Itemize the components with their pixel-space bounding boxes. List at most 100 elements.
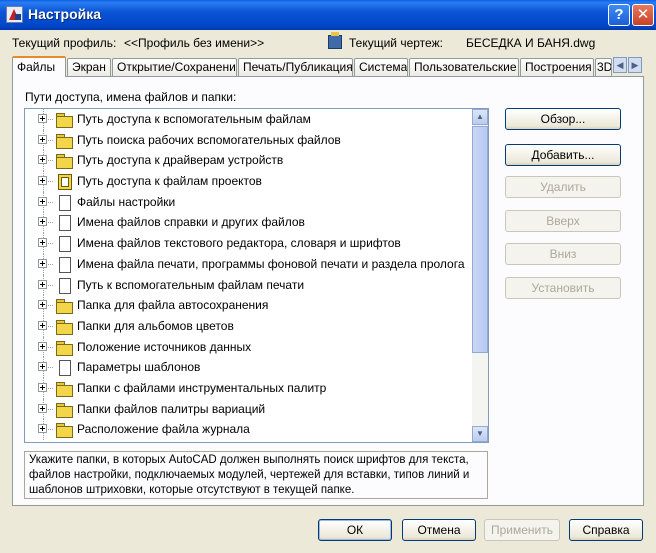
- cancel-button[interactable]: Отмена: [402, 519, 476, 541]
- folder-icon: [55, 297, 73, 315]
- tab-plot-publish[interactable]: Печать/Публикация: [238, 58, 353, 76]
- expand-plus-icon[interactable]: [38, 403, 47, 413]
- move-up-button[interactable]: Вверх: [505, 210, 621, 232]
- tree-item-label: Параметры шаблонов: [77, 360, 201, 375]
- tree-item-label: Имена файлов текстового редактора, слова…: [77, 236, 401, 251]
- expand-plus-icon[interactable]: [38, 134, 47, 144]
- file-icon: [55, 235, 72, 253]
- arrow-right-icon: ▶: [631, 60, 639, 70]
- tree-item[interactable]: Папки с файлами инструментальных палитр: [25, 377, 473, 399]
- tree-item[interactable]: Путь доступа к вспомогательным файлам: [25, 109, 473, 130]
- file-icon: [55, 256, 72, 273]
- folder-icon: [55, 111, 73, 128]
- tab-drafting[interactable]: Построения: [520, 58, 594, 76]
- tree-item-label: Путь доступа к файлам проектов: [77, 174, 262, 189]
- apply-button[interactable]: Применить: [484, 519, 560, 541]
- arrow-up-icon: ▲: [476, 112, 484, 121]
- tab-system[interactable]: Система: [354, 58, 408, 76]
- tree-item[interactable]: Имена файла печати, программы фоновой пе…: [25, 253, 473, 275]
- folder-icon: [55, 152, 73, 170]
- tree-item[interactable]: Имена файлов справки и других файлов: [25, 212, 473, 234]
- remove-button[interactable]: Удалить: [505, 176, 621, 198]
- browse-button[interactable]: Обзор...: [505, 108, 621, 130]
- ok-button[interactable]: ОК: [318, 519, 392, 541]
- tree-item-label: Путь к вспомогательным файлам печати: [77, 277, 305, 292]
- tab-display[interactable]: Экран: [67, 58, 111, 76]
- options-dialog: Настройка ? ✕ Текущий профиль: <<Профиль…: [0, 0, 656, 553]
- tab-strip: Файлы Экран Открытие/Сохранение Печать/П…: [12, 56, 612, 77]
- close-icon: ✕: [636, 6, 650, 23]
- expand-plus-icon[interactable]: [38, 382, 47, 392]
- files-tab-panel: Пути доступа, имена файлов и папки: Путь…: [12, 76, 644, 506]
- current-drawing-value: БЕСЕДКА И БАНЯ.dwg: [466, 36, 596, 50]
- tree-item-label: Имена файла печати, программы фоновой пе…: [77, 256, 465, 271]
- tab-open-save[interactable]: Открытие/Сохранение: [112, 58, 237, 76]
- set-current-button[interactable]: Установить: [505, 277, 621, 299]
- tree-list: Путь доступа к вспомогательным файлам Пу…: [25, 109, 473, 440]
- arrow-down-icon: ▼: [476, 429, 484, 438]
- autocad-app-icon: [6, 6, 23, 23]
- title-bar[interactable]: Настройка ? ✕: [0, 0, 656, 30]
- tree-item[interactable]: Папки для альбомов цветов: [25, 315, 473, 337]
- folder-icon: [55, 318, 73, 335]
- tab-user-preferences[interactable]: Пользовательские: [409, 58, 519, 76]
- help-button[interactable]: Справка: [569, 519, 643, 541]
- tree-item-label: Путь поиска рабочих вспомогательных файл…: [77, 132, 341, 147]
- tree-scrollbar[interactable]: ▲ ▼: [472, 109, 488, 442]
- expand-plus-icon[interactable]: [38, 196, 47, 206]
- tree-item[interactable]: Папка для файла автосохранения: [25, 295, 473, 316]
- expand-plus-icon[interactable]: [38, 176, 47, 186]
- expand-plus-icon[interactable]: [38, 238, 47, 248]
- tab-3d[interactable]: 3D: [595, 58, 612, 76]
- tree-item-label: Путь доступа к драйверам устройств: [77, 153, 284, 168]
- arrow-left-icon: ◀: [616, 60, 624, 70]
- tab-scroll-right-button[interactable]: ▶: [628, 57, 642, 73]
- expand-plus-icon[interactable]: [38, 320, 47, 330]
- tree-item[interactable]: Путь поиска рабочих вспомогательных файл…: [25, 129, 473, 151]
- tree-item[interactable]: Параметры шаблонов: [25, 357, 473, 378]
- file-icon: [55, 214, 72, 232]
- search-paths-tree[interactable]: Путь доступа к вспомогательным файлам Пу…: [24, 108, 489, 443]
- folder-icon: [55, 380, 73, 397]
- tree-item[interactable]: Путь доступа к файлам проектов: [25, 171, 473, 192]
- tree-item[interactable]: Имена файлов текстового редактора, слова…: [25, 233, 473, 254]
- tree-item-label: Положение источников данных: [77, 339, 252, 354]
- tree-item[interactable]: Путь доступа к драйверам устройств: [25, 150, 473, 172]
- window-title: Настройка: [28, 6, 102, 22]
- expand-plus-icon[interactable]: [38, 217, 47, 227]
- question-mark-icon: ?: [614, 6, 624, 23]
- scroll-down-button[interactable]: ▼: [472, 426, 488, 442]
- scroll-thumb[interactable]: [472, 126, 488, 353]
- search-paths-caption: Пути доступа, имена файлов и папки:: [25, 90, 237, 104]
- expand-plus-icon[interactable]: [38, 155, 47, 165]
- help-title-button[interactable]: ?: [608, 4, 630, 26]
- tree-item-label: Имена файлов справки и других файлов: [77, 215, 305, 230]
- file-icon: [55, 359, 72, 377]
- expand-plus-icon[interactable]: [38, 258, 47, 268]
- scroll-up-button[interactable]: ▲: [472, 109, 488, 125]
- expand-plus-icon[interactable]: [38, 300, 47, 310]
- current-profile-label: Текущий профиль:: [12, 36, 117, 50]
- tree-item[interactable]: Файлы настройки: [25, 191, 473, 213]
- expand-plus-icon[interactable]: [38, 114, 47, 123]
- folder-icon: [55, 401, 73, 418]
- project-icon: [55, 173, 72, 191]
- expand-plus-icon[interactable]: [38, 424, 47, 434]
- tree-item[interactable]: Папки файлов палитры вариаций: [25, 398, 473, 420]
- current-drawing-label: Текущий чертеж:: [349, 36, 443, 50]
- description-box: Укажите папки, в которых AutoCAD должен …: [24, 451, 488, 499]
- expand-plus-icon[interactable]: [38, 362, 47, 372]
- close-button[interactable]: ✕: [632, 4, 654, 26]
- tree-item-label: Папки с файлами инструментальных палитр: [77, 380, 327, 395]
- tree-item[interactable]: Расположение файла журнала: [25, 419, 473, 440]
- file-icon: [55, 194, 72, 211]
- tree-item[interactable]: Положение источников данных: [25, 336, 473, 358]
- expand-plus-icon[interactable]: [38, 341, 47, 351]
- move-down-button[interactable]: Вниз: [505, 243, 621, 265]
- add-button[interactable]: Добавить...: [505, 144, 621, 166]
- expand-plus-icon[interactable]: [38, 279, 47, 289]
- tab-scroll-left-button[interactable]: ◀: [613, 57, 627, 73]
- tab-files[interactable]: Файлы: [12, 56, 66, 77]
- tree-item-label: Папки файлов палитры вариаций: [77, 401, 266, 416]
- tree-item[interactable]: Путь к вспомогательным файлам печати: [25, 274, 473, 296]
